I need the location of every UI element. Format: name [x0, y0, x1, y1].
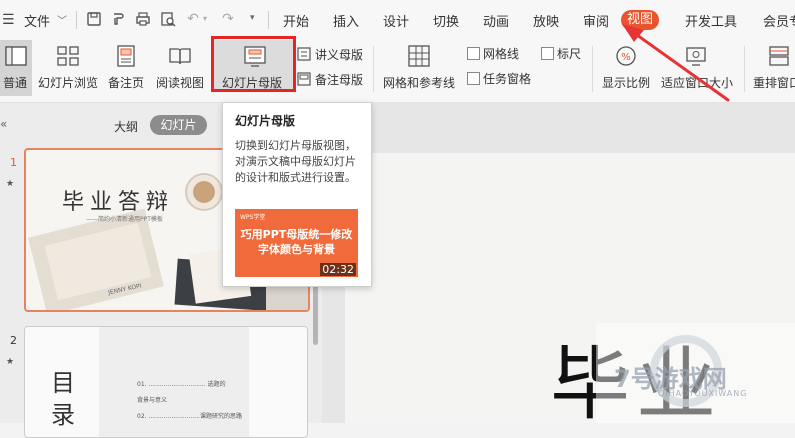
rearrange-windows-icon[interactable] [767, 44, 791, 68]
ruler-checkbox[interactable] [541, 47, 554, 60]
notes-master-label[interactable]: 备注母版 [315, 71, 363, 88]
annotation-arrow [622, 24, 730, 102]
save-icon[interactable] [86, 11, 102, 27]
tooltip-video-card[interactable]: WPS学堂 巧用PPT母版统一修改字体颜色与背景 02:32 [235, 209, 358, 277]
tab-animations[interactable]: 动画 [483, 11, 509, 30]
redo-icon[interactable]: ↷ [220, 11, 236, 27]
notes-page-label[interactable]: 备注页 [108, 74, 144, 91]
handout-master-icon[interactable] [297, 47, 311, 64]
reading-view-label[interactable]: 阅读视图 [156, 74, 204, 91]
slide-master-tooltip: 幻灯片母版 切换到幻灯片母版视图，对演示文稿中母版幻灯片的设计和版式进行设置。 … [222, 102, 372, 287]
slide-2-item: 01. .............................. 选题的 [137, 381, 226, 388]
ruler-label[interactable]: 标尺 [557, 45, 581, 62]
print-icon[interactable] [135, 11, 151, 27]
slide-thumbnail-2[interactable]: 目录 01. .............................. 选题… [24, 326, 308, 438]
print-preview-icon[interactable] [160, 11, 176, 27]
normal-view-icon [4, 44, 28, 68]
normal-view-label: 普通 [3, 76, 28, 90]
divider [76, 11, 77, 29]
grid-guides-label[interactable]: 网格和参考线 [383, 74, 455, 91]
tab-design[interactable]: 设计 [383, 11, 409, 30]
handout-master-label[interactable]: 讲义母版 [315, 46, 363, 63]
tab-outline[interactable]: 大纲 [114, 118, 138, 135]
watermark-subtext: QIHAOYOUXIWANG [658, 389, 748, 398]
gridlines-label[interactable]: 网格线 [483, 45, 519, 62]
collapse-panel-icon[interactable]: « [0, 117, 7, 131]
tab-transitions[interactable]: 切换 [433, 11, 459, 30]
gridlines-checkbox[interactable] [467, 47, 480, 60]
task-pane-label[interactable]: 任务窗格 [483, 70, 531, 87]
chevron-down-icon[interactable]: ﹀ [57, 12, 67, 27]
slide-sorter-icon[interactable] [56, 44, 80, 68]
video-brand-label: WPS学堂 [240, 214, 266, 221]
video-duration: 02:32 [320, 263, 356, 276]
tab-review[interactable]: 审阅 [583, 11, 609, 30]
tab-member[interactable]: 会员专 [763, 11, 795, 30]
video-title: 巧用PPT母版统一修改字体颜色与背景 [240, 228, 353, 256]
slide-2-item: 背景与意义 [137, 397, 168, 404]
divider [744, 46, 745, 92]
grid-guides-icon[interactable] [407, 44, 431, 68]
star-icon: ★ [6, 357, 15, 367]
highlight-box [211, 36, 296, 92]
slide-1-title: 毕业答辩 [62, 190, 175, 215]
rearrange-windows-label[interactable]: 重排窗口 [753, 74, 795, 91]
tab-insert[interactable]: 插入 [333, 11, 359, 30]
slide-2-title: 目录 [51, 369, 75, 429]
notes-page-icon[interactable] [114, 44, 138, 68]
star-icon: ★ [6, 179, 15, 189]
file-menu[interactable]: 文件 [24, 11, 50, 30]
format-painter-icon[interactable] [110, 11, 126, 27]
tooltip-title: 幻灯片母版 [235, 114, 296, 128]
watermark-logo: 7号游戏网 QIHAOYOUXIWANG [596, 323, 795, 423]
chevron-down-icon[interactable]: ▾ [203, 14, 207, 23]
chevron-down-icon[interactable]: ▾ [250, 13, 255, 23]
divider [268, 11, 269, 29]
divider [592, 46, 593, 92]
tab-home[interactable]: 开始 [283, 11, 309, 30]
slide-number: 2 [10, 334, 17, 347]
divider [373, 46, 374, 92]
tab-slideshow[interactable]: 放映 [533, 11, 559, 30]
notes-master-icon[interactable] [297, 72, 311, 89]
slide-2-item: 02. ...........................课题研究的思路 [137, 413, 242, 420]
task-pane-checkbox[interactable] [467, 72, 480, 85]
reading-view-icon[interactable] [168, 44, 192, 68]
tooltip-description: 切换到幻灯片母版视图，对演示文稿中母版幻灯片的设计和版式进行设置。 [235, 139, 356, 184]
hamburger-icon[interactable]: ☰ [2, 12, 15, 28]
slide-sorter-label[interactable]: 幻灯片浏览 [38, 74, 98, 91]
undo-icon[interactable]: ↶ [185, 11, 201, 27]
tab-slides[interactable]: 幻灯片 [150, 115, 207, 135]
slide-number: 1 [10, 156, 17, 169]
slide-1-subtitle: ——简约小清新通用PPT模板 [86, 216, 163, 223]
